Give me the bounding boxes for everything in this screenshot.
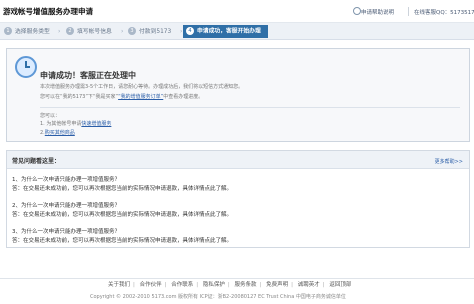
more-help-link[interactable]: 更多帮助>>	[435, 158, 463, 165]
step-arrow-icon: ›	[121, 28, 124, 35]
footer-separator: |	[164, 282, 167, 288]
footer-link-about[interactable]: 关于我们	[108, 280, 130, 288]
option-1-prefix: 1. 为其他帐号申请	[40, 121, 82, 127]
footer-link-jobs[interactable]: 诚聘英才	[298, 280, 320, 288]
faq-answer: 答：在交易还未成功前，您可以再次根据您当前的实际情况申请退款，具体详情点此了解。	[12, 212, 233, 218]
footer-separator: |	[291, 282, 293, 288]
header-bar: 游戏帐号增值服务办理申请 申请帮助说明 在线客服QQ：5173517□	[0, 0, 474, 23]
footer-separator: |	[259, 282, 262, 288]
step-3-number: 3	[128, 26, 136, 35]
step-1-number: 1	[4, 26, 12, 35]
footer-link-privacy[interactable]: 隐私保护	[203, 280, 225, 288]
faq-header: 常见问题看这里： 更多帮助>>	[7, 151, 469, 169]
clock-icon	[15, 56, 37, 78]
option-2: 2.购买其他商品	[40, 129, 75, 136]
header-divider	[408, 7, 409, 16]
faq-answer: 答：在交易还未成功前，您可以再次根据您当前的实际情况申请退款，具体详情点此了解。	[12, 238, 233, 244]
page-title: 游戏帐号增值服务办理申请	[3, 7, 93, 16]
step-4-label: 申请成功，客服开始办理	[197, 28, 261, 35]
status-panel: 申请成功！客服正在处理中 本次增值服务办理需3-5个工作日，请您耐心等待。办理成…	[6, 48, 470, 142]
status-progress-note: 您可以在“我的5173”下“我是买家”“我的增值服务订单”中查看办理进度。	[40, 93, 203, 100]
help-link[interactable]: 申请帮助说明	[361, 8, 394, 16]
footer-link-terms[interactable]: 服务条款	[235, 280, 257, 288]
step-3: 3 付款到5173	[128, 26, 171, 36]
progress-steps: 1 选择服务类型 › 2 填写帐号信息 › 3 付款到5173 › 4 申请成功，客服开…	[0, 23, 474, 40]
footer-link-disclaimer[interactable]: 免费声明	[266, 280, 288, 288]
step-1: 1 选择服务类型	[4, 26, 50, 36]
my-service-orders-link[interactable]: “我的增值服务订单”	[118, 94, 163, 100]
copyright-text: Copyright © 2002-2010 5173.com 版权所有 ICP证…	[90, 294, 346, 300]
status-title: 申请成功！客服正在处理中	[40, 71, 136, 80]
faq-question: 3、为什么一次申请只能办理一项增值服务？	[12, 229, 121, 235]
step-3-label: 付款到5173	[139, 29, 172, 35]
buy-other-goods-link[interactable]: 购买其他商品	[45, 130, 75, 136]
footer-link-partners[interactable]: 合作伙伴	[140, 280, 162, 288]
status-processing-note: 本次增值服务办理需3-5个工作日，请您耐心等待。办理成功后，我们将以短信方式通知…	[40, 84, 244, 90]
options-label: 您可以：	[40, 113, 61, 119]
step-4-active: 4 申请成功，客服开始办理	[183, 25, 268, 38]
status-progress-suffix: 中查看办理进度。	[163, 94, 204, 100]
step-4-number: 4	[186, 27, 194, 35]
step-arrow-icon: ›	[58, 28, 61, 35]
footer-separator: |	[322, 282, 325, 288]
step-2-label: 填写帐号信息	[77, 29, 112, 35]
faq-title: 常见问题看这里：	[12, 158, 61, 165]
faq-question: 2、为什么一次申请只能办理一项增值服务？	[12, 203, 121, 209]
footer-links: 关于我们 | 合作伙伴 | 合作联系 | 隐私保护 | 服务条款 | 免费声明 | 诚聘英才…	[108, 280, 351, 288]
help-icon[interactable]	[353, 7, 361, 15]
step-2: 2 填写帐号信息	[66, 26, 112, 36]
faq-answer: 答：在交易还未成功前，您可以再次根据您当前的实际情况申请退款，具体详情点此了解。	[12, 186, 233, 192]
footer-separator: |	[227, 282, 230, 288]
faq-question: 1、为什么一次申请只能办理一项增值服务？	[12, 177, 121, 183]
footer-separator: |	[196, 282, 199, 288]
footer-divider	[0, 278, 474, 279]
quick-service-link[interactable]: 快速增值服务	[81, 121, 111, 127]
step-1-label: 选择服务类型	[15, 29, 50, 35]
status-progress-prefix: 您可以在“我的5173”下“我是买家”	[40, 94, 119, 100]
online-support-qq[interactable]: 在线客服QQ：5173517□	[414, 8, 474, 16]
faq-panel: 常见问题看这里： 更多帮助>> 1、为什么一次申请只能办理一项增值服务？ 答：在…	[6, 150, 470, 248]
status-divider	[40, 107, 460, 108]
footer-link-contact[interactable]: 合作联系	[171, 280, 193, 288]
footer-separator: |	[133, 282, 135, 288]
option-1: 1. 为其他帐号申请快速增值服务	[40, 120, 111, 127]
footer-link-top[interactable]: 返回顶部	[329, 280, 351, 288]
step-2-number: 2	[66, 26, 74, 35]
